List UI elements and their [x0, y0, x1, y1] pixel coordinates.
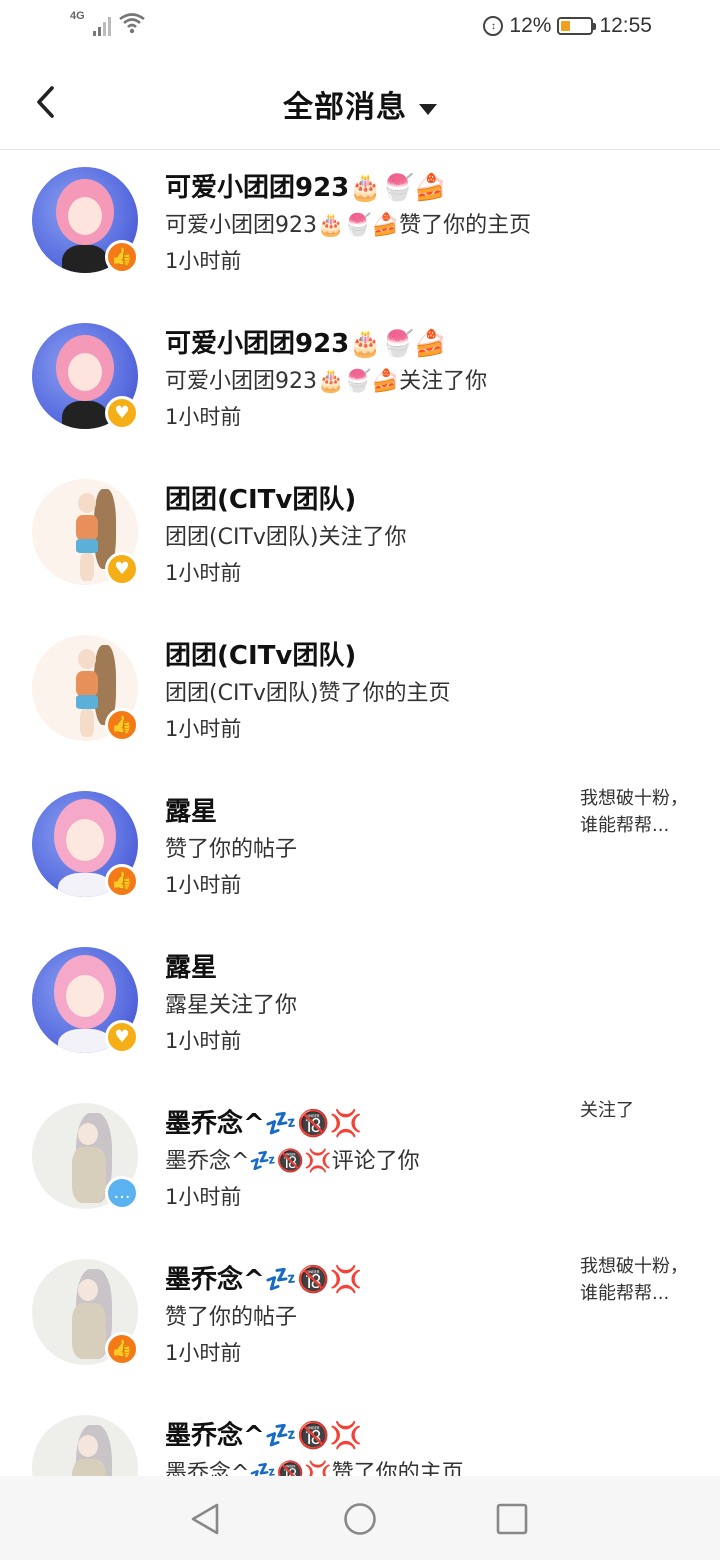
battery-charging-icon — [557, 17, 597, 35]
post-preview[interactable]: 关注了 — [580, 1097, 692, 1124]
notification-item[interactable]: 👍 可爱小团团923🎂🍧🍰 可爱小团团923🎂🍧🍰赞了你的主页 1小时前 — [0, 151, 720, 307]
like-badge-icon: 👍 — [105, 864, 139, 898]
notification-time: 1小时前 — [165, 1029, 242, 1053]
triangle-back-icon[interactable] — [188, 1502, 222, 1536]
square-recents-icon[interactable] — [495, 1502, 529, 1536]
title-dropdown[interactable]: 全部消息 — [0, 82, 720, 126]
post-preview[interactable]: 我想破十粉，谁能帮帮... — [580, 1253, 692, 1307]
notification-time: 1小时前 — [165, 561, 242, 585]
data-saver-icon: ↕ — [483, 16, 504, 36]
notification-item[interactable]: ♥ 团团(CITv团队) 团团(CITv团队)关注了你 1小时前 — [0, 463, 720, 619]
sender-name: 团团(CITv团队) — [165, 485, 357, 515]
notification-time: 1小时前 — [165, 1341, 242, 1365]
notification-time: 1小时前 — [165, 717, 242, 741]
notification-action: 可爱小团团923🎂🍧🍰赞了你的主页 — [165, 213, 532, 238]
system-nav-bar — [0, 1476, 720, 1560]
notification-action: 赞了你的帖子 — [165, 837, 298, 862]
sender-name: 可爱小团团923🎂🍧🍰 — [165, 329, 447, 359]
caret-down-icon — [419, 104, 437, 115]
notification-action: 团团(CITv团队)赞了你的主页 — [165, 681, 451, 706]
sender-name: 可爱小团团923🎂🍧🍰 — [165, 173, 447, 203]
status-right: ↕ 12% 12:55 — [483, 14, 652, 38]
post-preview[interactable]: 我想破十粉，谁能帮帮... — [580, 785, 692, 839]
notification-action: 墨乔念^💤🔞💢评论了你 — [165, 1149, 420, 1174]
heart-badge-icon: ♥ — [105, 396, 139, 430]
sender-name: 团团(CITv团队) — [165, 641, 357, 671]
app-header: 全部消息 — [0, 56, 720, 150]
notification-item[interactable]: ♥ 可爱小团团923🎂🍧🍰 可爱小团团923🎂🍧🍰关注了你 1小时前 — [0, 307, 720, 463]
signal-icon — [92, 16, 111, 36]
wifi-icon — [118, 13, 145, 34]
notification-item[interactable]: ♥ 露星 露星关注了你 1小时前 — [0, 931, 720, 1087]
comment-badge-icon: … — [105, 1176, 139, 1210]
notification-action: 露星关注了你 — [165, 993, 298, 1018]
notification-item[interactable]: 👍 露星 赞了你的帖子 1小时前 我想破十粉，谁能帮帮... — [0, 775, 720, 931]
sender-name: 露星 — [165, 797, 218, 827]
notifications-screen: 4G ↕ 12% 12:55 全部消息 👍 可爱小团团923🎂🍧🍰 可爱小团团9… — [0, 0, 720, 1560]
notification-action: 团团(CITv团队)关注了你 — [165, 525, 407, 550]
notification-action: 可爱小团团923🎂🍧🍰关注了你 — [165, 369, 488, 394]
sender-name: 墨乔念^💤🔞💢 — [165, 1109, 362, 1139]
like-badge-icon: 👍 — [105, 240, 139, 274]
notification-action: 赞了你的帖子 — [165, 1305, 298, 1330]
page-title: 全部消息 — [283, 90, 407, 125]
status-left: 4G — [70, 10, 145, 36]
sender-name: 墨乔念^💤🔞💢 — [165, 1421, 362, 1451]
notification-time: 1小时前 — [165, 249, 242, 273]
notification-time: 1小时前 — [165, 873, 242, 897]
sender-name: 墨乔念^💤🔞💢 — [165, 1265, 362, 1295]
notification-item[interactable]: 👍 团团(CITv团队) 团团(CITv团队)赞了你的主页 1小时前 — [0, 619, 720, 775]
notification-item[interactable]: … 墨乔念^💤🔞💢 墨乔念^💤🔞💢评论了你 1小时前 关注了 — [0, 1087, 720, 1243]
sender-name: 露星 — [165, 953, 218, 983]
battery-percent: 12% — [509, 14, 552, 37]
clock: 12:55 — [599, 14, 652, 37]
circle-home-icon[interactable] — [343, 1502, 377, 1536]
heart-badge-icon: ♥ — [105, 552, 139, 586]
status-bar: 4G ↕ 12% 12:55 — [0, 0, 720, 56]
heart-badge-icon: ♥ — [105, 1020, 139, 1054]
notification-item[interactable]: 👍 墨乔念^💤🔞💢 赞了你的帖子 1小时前 我想破十粉，谁能帮帮... — [0, 1243, 720, 1399]
like-badge-icon: 👍 — [105, 1332, 139, 1366]
notification-time: 1小时前 — [165, 405, 242, 429]
like-badge-icon: 👍 — [105, 708, 139, 742]
network-type-label: 4G — [70, 10, 85, 22]
notification-time: 1小时前 — [165, 1185, 242, 1209]
notification-list: 👍 可爱小团团923🎂🍧🍰 可爱小团团923🎂🍧🍰赞了你的主页 1小时前 ♥ 可… — [0, 151, 720, 1555]
